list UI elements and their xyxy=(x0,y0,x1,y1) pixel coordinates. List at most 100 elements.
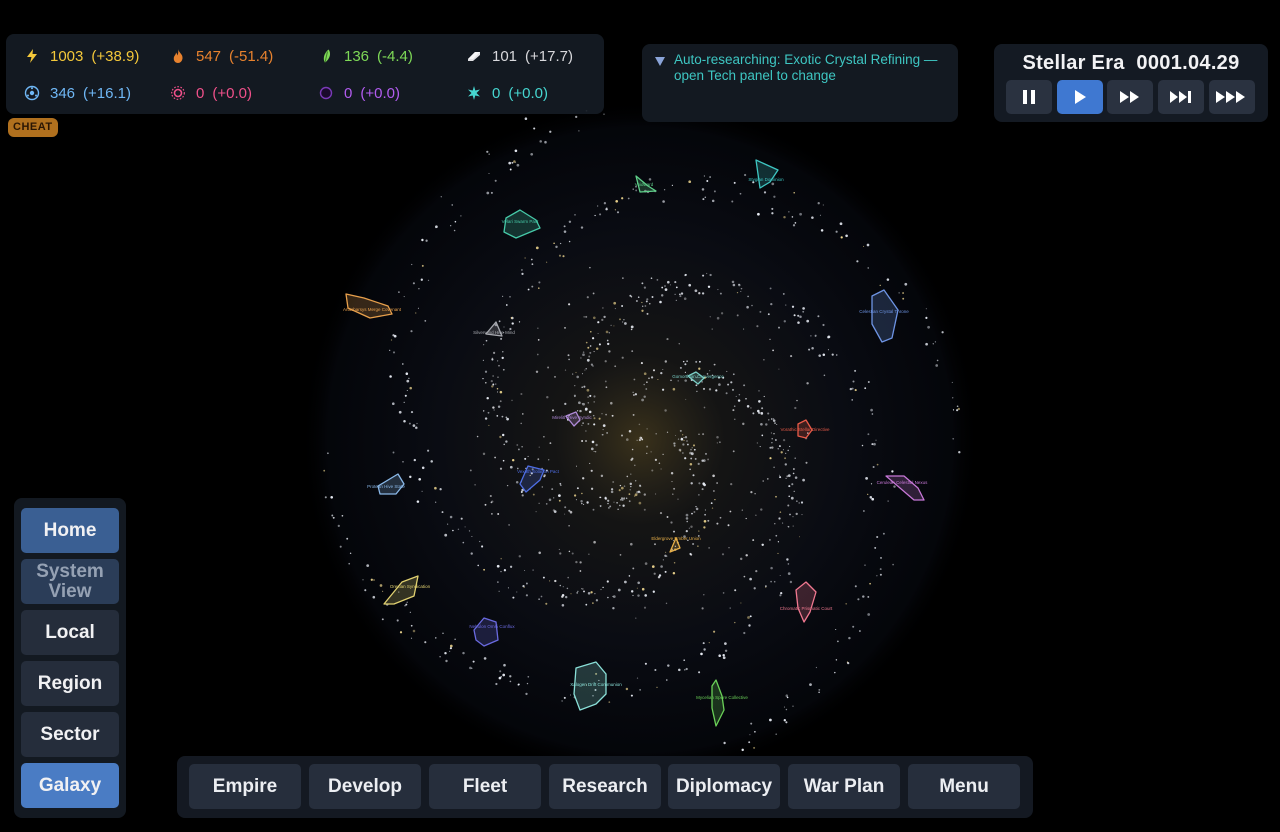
faster-button[interactable] xyxy=(1158,80,1204,114)
research-notice[interactable]: Auto-researching: Exotic Crystal Refinin… xyxy=(642,44,958,122)
star xyxy=(476,435,479,438)
star xyxy=(575,560,578,564)
star xyxy=(674,434,677,437)
star xyxy=(958,451,961,454)
collapse-triangle-icon[interactable] xyxy=(654,55,666,67)
star xyxy=(711,328,713,330)
star xyxy=(734,418,736,421)
star xyxy=(652,590,655,593)
menu-button[interactable]: Menu xyxy=(908,764,1020,809)
star xyxy=(559,242,562,245)
star xyxy=(879,568,882,571)
star xyxy=(673,530,675,533)
star xyxy=(701,488,704,491)
fleet-button[interactable]: Fleet xyxy=(429,764,541,809)
star xyxy=(716,522,719,525)
star xyxy=(502,459,505,462)
diplomacy-button[interactable]: Diplomacy xyxy=(668,764,780,809)
star xyxy=(495,682,498,686)
star xyxy=(637,296,640,298)
star xyxy=(686,360,688,362)
star xyxy=(444,651,447,655)
star xyxy=(768,419,770,421)
view-home-button[interactable]: Home xyxy=(21,508,119,553)
star xyxy=(839,222,843,226)
star xyxy=(806,382,809,385)
view-system-button[interactable]: System View xyxy=(21,559,119,604)
star xyxy=(587,396,589,398)
fastest-button[interactable] xyxy=(1209,80,1255,114)
star xyxy=(479,540,481,543)
star xyxy=(509,675,512,678)
star xyxy=(447,523,449,525)
star xyxy=(349,552,352,555)
star xyxy=(630,542,633,546)
star xyxy=(597,205,599,207)
fast-button[interactable] xyxy=(1107,80,1153,114)
star xyxy=(583,385,586,388)
star xyxy=(614,308,616,310)
star xyxy=(694,289,698,293)
star xyxy=(866,243,870,247)
star xyxy=(516,444,519,446)
view-galaxy-button[interactable]: Galaxy xyxy=(21,763,119,808)
star xyxy=(601,318,604,322)
star xyxy=(817,202,820,205)
star xyxy=(513,160,516,163)
resource-amount: 1003 xyxy=(50,47,84,65)
star xyxy=(563,225,566,228)
star xyxy=(630,473,632,475)
star xyxy=(499,467,503,470)
star xyxy=(677,438,680,440)
star xyxy=(576,410,579,412)
star xyxy=(554,579,557,583)
star xyxy=(507,587,509,589)
play-button[interactable] xyxy=(1057,80,1103,114)
star xyxy=(416,422,418,425)
atom-icon xyxy=(24,85,40,101)
star xyxy=(412,629,416,633)
star xyxy=(502,351,504,353)
galaxy-map[interactable]: Voidward Stygian Dominion Velari Swarm Pac… xyxy=(0,0,1280,832)
cheat-badge[interactable]: CHEAT xyxy=(8,118,58,137)
star xyxy=(590,591,593,594)
star xyxy=(709,370,711,372)
star xyxy=(664,570,667,573)
star xyxy=(508,523,511,526)
view-region-button[interactable]: Region xyxy=(21,661,119,706)
star xyxy=(689,462,693,466)
star xyxy=(743,328,745,330)
star xyxy=(591,440,595,444)
star xyxy=(732,283,736,287)
empire-label: Mirelith Hive Syndic xyxy=(552,415,592,420)
star xyxy=(654,458,658,462)
star xyxy=(485,339,488,342)
star xyxy=(587,592,591,595)
star xyxy=(537,458,540,461)
pause-button[interactable] xyxy=(1006,80,1052,114)
research-button[interactable]: Research xyxy=(549,764,661,809)
empire-button[interactable]: Empire xyxy=(189,764,301,809)
star xyxy=(521,272,524,276)
star xyxy=(785,708,788,711)
star xyxy=(539,140,542,143)
star xyxy=(341,514,344,517)
develop-button[interactable]: Develop xyxy=(309,764,421,809)
star xyxy=(595,347,599,350)
star xyxy=(864,387,867,390)
star xyxy=(502,368,505,371)
view-sector-button[interactable]: Sector xyxy=(21,712,119,757)
star xyxy=(613,301,617,305)
star xyxy=(564,369,567,371)
star xyxy=(581,492,583,495)
star xyxy=(406,379,410,383)
star xyxy=(481,545,484,548)
star xyxy=(749,734,751,736)
star xyxy=(778,368,780,370)
war-plan-button[interactable]: War Plan xyxy=(788,764,900,809)
view-local-button[interactable]: Local xyxy=(21,610,119,655)
star xyxy=(508,161,512,165)
star xyxy=(594,214,596,217)
star xyxy=(679,366,682,369)
star xyxy=(586,388,590,392)
